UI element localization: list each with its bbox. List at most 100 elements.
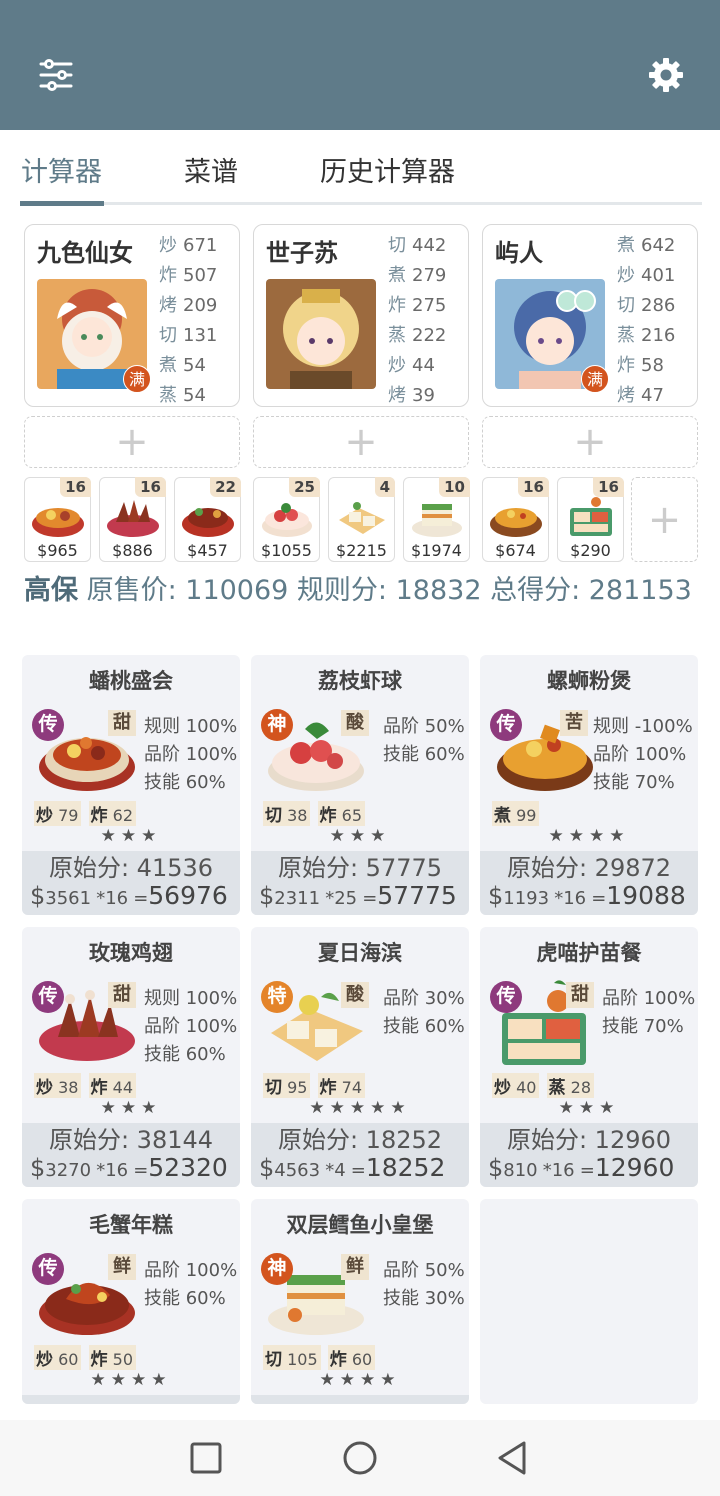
dish-slot[interactable]: 16 $290 xyxy=(557,477,624,562)
add-slot-button[interactable]: + xyxy=(482,416,698,468)
req-skill: 炒 xyxy=(36,1350,53,1370)
skill-value: 209 xyxy=(183,295,218,316)
dish-price: $965 xyxy=(37,541,78,560)
skill-name: 煮 xyxy=(388,265,406,286)
add-slot-button[interactable]: + xyxy=(24,416,240,468)
add-slot-button[interactable]: + xyxy=(253,416,469,468)
recipe-stats: 规则 100% 品阶 100% 技能 60% xyxy=(144,713,237,797)
recipe-card[interactable]: 玫瑰鸡翅 传 甜 规则 100% 品阶 100% 技能 60% 炒 38 炸 4… xyxy=(22,927,240,1187)
dish-slot[interactable]: 10 $1974 xyxy=(403,477,470,562)
full-badge: 满 xyxy=(123,365,151,393)
circle-nav-icon[interactable] xyxy=(341,1439,379,1477)
stat-skill: 技能 60% xyxy=(144,772,226,793)
square-nav-icon[interactable] xyxy=(187,1439,225,1477)
skill-name: 烤 xyxy=(388,385,406,406)
recipe-card[interactable]: 虎喵护苗餐 传 甜 品阶 100% 技能 70% 炒 40 蒸 28 ★★★ 原… xyxy=(480,927,698,1187)
recipe-card[interactable]: 荔枝虾球 神 酸 品阶 50% 技能 60% 切 38 炸 65 ★★★ 原始分… xyxy=(251,655,469,915)
dish-slot[interactable]: 4 $2215 xyxy=(328,477,395,562)
tab-history-calculator[interactable]: 历史计算器 xyxy=(320,150,455,189)
chef-card[interactable]: 九色仙女 满 炒 671 炸 507 烤 209 切 131 煮 54 蒸 54 xyxy=(24,224,240,407)
multiplier: *25 xyxy=(325,888,358,909)
star-rating: ★★★★ xyxy=(548,826,630,846)
final-value: 56976 xyxy=(148,881,228,910)
final-value: 18252 xyxy=(365,1153,446,1182)
skill-requirements: 切 105 炸 60 xyxy=(263,1345,377,1370)
price: 2311 xyxy=(274,888,321,909)
skill-requirements: 炒 79 炸 62 xyxy=(34,801,138,826)
score-panel: 原始分: 57775 $2311 *25 =57775 xyxy=(251,851,469,915)
skill-value: 507 xyxy=(183,265,218,286)
star-rating: ★★★★ xyxy=(90,1370,172,1390)
triangle-back-icon[interactable] xyxy=(494,1439,532,1477)
recipe-title: 双层鳕鱼小皇堡 xyxy=(286,1213,434,1237)
sliders-icon[interactable] xyxy=(36,55,76,95)
dish-count: 25 xyxy=(289,477,320,497)
flavor-tag: 鲜 xyxy=(341,1254,369,1280)
skill-value: 671 xyxy=(183,235,218,256)
req-skill: 蒸 xyxy=(548,1078,566,1098)
dish-count: 22 xyxy=(210,477,241,497)
recipe-card[interactable]: 蟠桃盛会 传 甜 规则 100% 品阶 100% 技能 60% 炒 79 炸 6… xyxy=(22,655,240,915)
recipe-stats: 品阶 30% 技能 60% xyxy=(383,985,465,1041)
chef-name: 屿人 xyxy=(495,239,543,267)
chef-name: 九色仙女 xyxy=(37,239,133,267)
dish-icon xyxy=(412,504,462,537)
req-skill: 炸 xyxy=(319,1078,337,1098)
plus-icon: + xyxy=(573,419,607,465)
recipe-card[interactable]: 夏日海滨 特 酸 品阶 30% 技能 60% 切 95 炸 74 ★★★★★ 原… xyxy=(251,927,469,1187)
original-score: 原始分: 57775 xyxy=(277,854,443,882)
recipe-title: 夏日海滨 xyxy=(318,941,402,965)
chef-card[interactable]: 屿人 满 煮 642 炒 401 切 286 蒸 216 炸 58 烤 47 xyxy=(482,224,698,407)
dish-slot[interactable]: 25 $1055 xyxy=(253,477,320,562)
dish-slot[interactable]: 16 $965 xyxy=(24,477,91,562)
dish-count: 4 xyxy=(374,477,395,497)
final-score: $4563 *4 =18252 xyxy=(259,1153,446,1182)
stat-rule: 规则 -100% xyxy=(593,716,693,737)
skill-value: 286 xyxy=(641,295,676,316)
stat-grade: 品阶 50% xyxy=(383,716,465,737)
req-skill: 煮 xyxy=(494,806,511,826)
req-value: 40 xyxy=(516,1078,537,1097)
recipe-title: 毛蟹年糕 xyxy=(89,1213,173,1237)
chef-skills: 切 442 煮 279 炸 275 蒸 222 炒 44 烤 39 xyxy=(388,231,468,411)
recipe-card[interactable]: 毛蟹年糕 传 鲜 品阶 100% 技能 60% 炒 60 炸 50 ★★★★ xyxy=(22,1199,240,1404)
multiplier: *4 xyxy=(325,1160,346,1181)
rarity-badge: 神 xyxy=(261,1253,293,1285)
recipe-title: 螺蛳粉煲 xyxy=(547,669,631,693)
score-panel: 原始分: 29872 $1193 *16 =19088 xyxy=(480,851,698,915)
original-score: 原始分: 29872 xyxy=(506,854,672,882)
recipe-title: 荔枝虾球 xyxy=(318,669,402,693)
tab-calculator[interactable]: 计算器 xyxy=(21,150,102,189)
dish-slot[interactable]: 22 $457 xyxy=(174,477,241,562)
dish-slot[interactable]: 16 $674 xyxy=(482,477,549,562)
req-value: 105 xyxy=(287,1350,318,1369)
chef-card[interactable]: 世子苏 切 442 煮 279 炸 275 蒸 222 炒 44 烤 39 xyxy=(253,224,469,407)
tab-divider xyxy=(20,202,702,205)
tab-recipes[interactable]: 菜谱 xyxy=(184,150,238,189)
dish-icon xyxy=(262,503,312,537)
stat-grade: 品阶 50% xyxy=(383,1260,465,1281)
price: 4563 xyxy=(274,1160,321,1181)
rarity-badge: 传 xyxy=(32,981,64,1013)
skill-requirements: 切 38 炸 65 xyxy=(263,801,367,826)
skill-value: 54 xyxy=(183,355,206,376)
skill-name: 切 xyxy=(388,235,406,256)
recipe-card[interactable]: 螺蛳粉煲 传 苦 规则 -100% 品阶 100% 技能 70% 煮 99 ★★… xyxy=(480,655,698,915)
skill-value: 44 xyxy=(412,355,435,376)
stat-rule: 规则 100% xyxy=(144,716,238,737)
add-dish-button[interactable]: + xyxy=(631,477,698,562)
tab-active-indicator xyxy=(20,201,104,206)
dish-count: 16 xyxy=(135,477,166,497)
skill-name: 蒸 xyxy=(388,325,406,346)
recipe-card[interactable]: 双层鳕鱼小皇堡 神 鲜 品阶 50% 技能 30% 切 105 炸 60 ★★★… xyxy=(251,1199,469,1404)
summary-text: 原售价: 110069 规则分: 18832 总得分: 281153 xyxy=(86,575,692,606)
dish-price: $1055 xyxy=(261,541,312,560)
score-panel: 原始分: 41536 $3561 *16 =56976 xyxy=(22,851,240,915)
original-score: 原始分: 38144 xyxy=(48,1126,214,1154)
star-rating: ★★★★★ xyxy=(309,1098,411,1118)
dish-slot[interactable]: 16 $886 xyxy=(99,477,166,562)
req-skill: 炸 xyxy=(319,806,337,826)
req-value: 79 xyxy=(58,806,79,825)
stat-skill: 技能 60% xyxy=(144,1044,226,1065)
gear-icon[interactable] xyxy=(646,55,686,95)
